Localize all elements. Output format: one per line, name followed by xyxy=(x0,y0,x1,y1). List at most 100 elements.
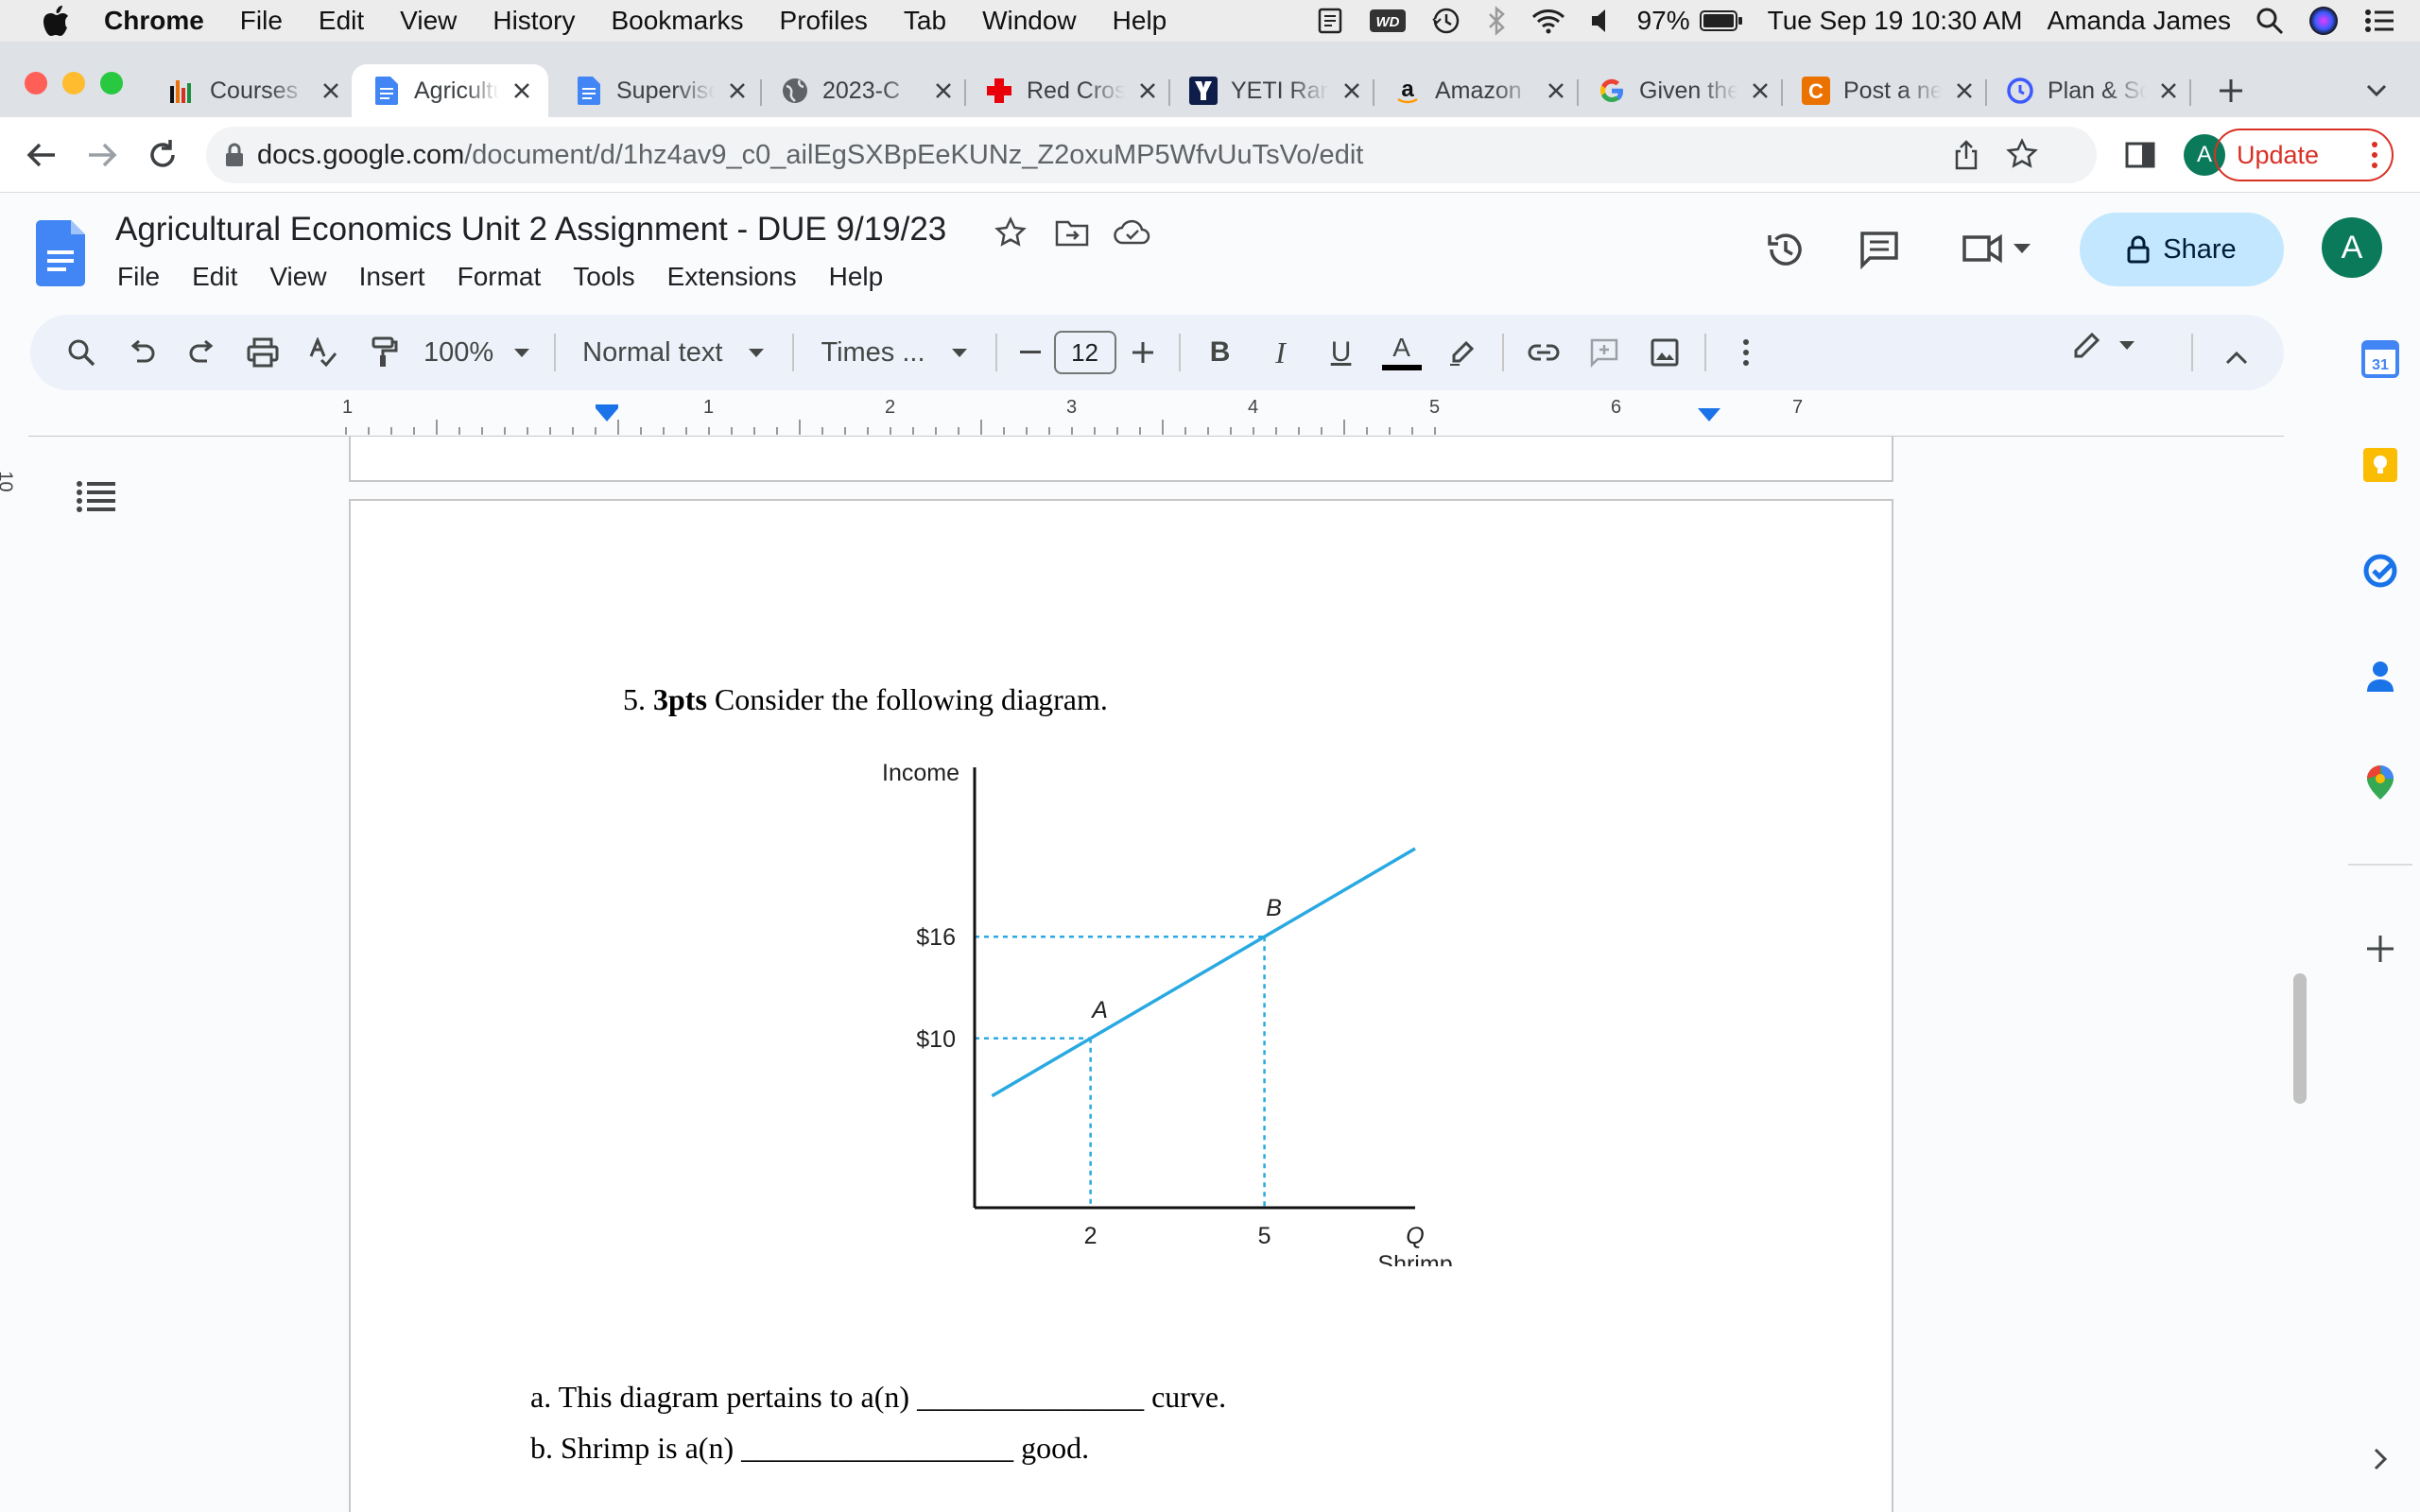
browser-tab-active[interactable]: Agricultural xyxy=(352,64,548,117)
undo-icon[interactable] xyxy=(112,322,172,383)
time-machine-icon[interactable] xyxy=(1431,6,1461,36)
scrollbar-thumb[interactable] xyxy=(2293,973,2307,1104)
apple-icon[interactable] xyxy=(38,2,76,40)
cloud-saved-icon[interactable] xyxy=(1114,218,1151,251)
menubar-file[interactable]: File xyxy=(240,6,283,36)
increase-font-size-icon[interactable] xyxy=(1116,322,1169,383)
close-window-button[interactable] xyxy=(25,72,47,94)
close-tab-icon[interactable] xyxy=(509,77,535,104)
underline-button[interactable]: U xyxy=(1311,322,1372,383)
insert-link-icon[interactable] xyxy=(1513,322,1574,383)
bluetooth-icon[interactable] xyxy=(1486,6,1507,36)
get-addons-plus-icon[interactable] xyxy=(2360,928,2401,970)
document-outline-icon[interactable] xyxy=(76,480,117,519)
decrease-font-size-icon[interactable] xyxy=(1007,322,1054,383)
bookmark-star-icon[interactable] xyxy=(2006,138,2038,178)
close-tab-icon[interactable] xyxy=(318,77,344,104)
docs-menu-file[interactable]: File xyxy=(117,262,160,292)
menubar-app-name[interactable]: Chrome xyxy=(104,6,204,36)
close-tab-icon[interactable] xyxy=(1134,77,1161,104)
menubar-edit[interactable]: Edit xyxy=(319,6,364,36)
menubar-history[interactable]: History xyxy=(493,6,575,36)
lock-icon[interactable] xyxy=(225,143,244,167)
docs-menu-edit[interactable]: Edit xyxy=(192,262,237,292)
collapse-menus-chevron-icon[interactable] xyxy=(2225,341,2248,372)
browser-tab[interactable]: a Amazon xyxy=(1393,64,1569,117)
forward-arrow-icon[interactable] xyxy=(83,136,121,179)
tasks-icon[interactable] xyxy=(2360,550,2401,592)
share-page-icon[interactable] xyxy=(1953,140,1979,178)
document-page[interactable]: 5. 3pts Consider the following diagram. … xyxy=(349,499,1893,1512)
docs-menu-insert[interactable]: Insert xyxy=(359,262,425,292)
docs-menu-help[interactable]: Help xyxy=(829,262,884,292)
browser-tab[interactable]: YETI Rambler xyxy=(1189,64,1365,117)
editing-mode-pencil-icon[interactable] xyxy=(2072,330,2135,360)
bold-button[interactable]: B xyxy=(1190,322,1251,383)
menubar-bookmarks[interactable]: Bookmarks xyxy=(611,6,743,36)
move-folder-icon[interactable] xyxy=(1055,218,1089,251)
maps-icon[interactable] xyxy=(2360,762,2401,803)
menubar-user[interactable]: Amanda James xyxy=(2047,6,2231,36)
close-tab-icon[interactable] xyxy=(724,77,751,104)
spellcheck-icon[interactable] xyxy=(293,322,354,383)
docs-menu-format[interactable]: Format xyxy=(458,262,542,292)
tab-search-chevron-icon[interactable] xyxy=(2358,72,2395,110)
font-family-select[interactable]: Times ... xyxy=(821,337,967,369)
menubar-datetime[interactable]: Tue Sep 19 10:30 AM xyxy=(1768,6,2023,36)
text-color-button[interactable]: A xyxy=(1372,322,1432,383)
contacts-icon[interactable] xyxy=(2360,656,2401,697)
version-history-icon[interactable] xyxy=(1764,228,1807,276)
paint-format-icon[interactable] xyxy=(354,322,414,383)
close-tab-icon[interactable] xyxy=(1951,77,1978,104)
close-tab-icon[interactable] xyxy=(1543,77,1569,104)
docs-menu-view[interactable]: View xyxy=(269,262,326,292)
browser-tab[interactable]: Given the xyxy=(1598,64,1773,117)
share-button[interactable]: Share xyxy=(2080,213,2284,286)
browser-tab[interactable]: Courses xyxy=(168,64,344,117)
volume-icon[interactable] xyxy=(1590,8,1613,34)
control-center-icon[interactable] xyxy=(2363,8,2395,34)
menubar-window[interactable]: Window xyxy=(982,6,1077,36)
insert-image-icon[interactable] xyxy=(1634,322,1695,383)
menubar-view[interactable]: View xyxy=(400,6,457,36)
wifi-icon[interactable] xyxy=(1531,8,1565,34)
add-comment-icon[interactable] xyxy=(1574,322,1634,383)
wd-drive-icon[interactable]: WD xyxy=(1369,9,1407,33)
meet-camera-icon[interactable] xyxy=(1961,232,2031,266)
notes-icon[interactable] xyxy=(1316,7,1344,35)
reload-icon[interactable] xyxy=(144,136,182,179)
search-menus-icon[interactable] xyxy=(51,322,112,383)
document-title[interactable]: Agricultural Economics Unit 2 Assignment… xyxy=(115,211,946,249)
menubar-tab[interactable]: Tab xyxy=(904,6,946,36)
docs-logo-icon[interactable] xyxy=(36,220,85,291)
spotlight-icon[interactable] xyxy=(2256,7,2284,35)
side-panel-icon[interactable] xyxy=(2123,138,2157,177)
minimize-window-button[interactable] xyxy=(62,72,85,94)
docs-menu-tools[interactable]: Tools xyxy=(573,262,634,292)
calendar-icon[interactable]: 31 xyxy=(2360,338,2401,380)
menubar-help[interactable]: Help xyxy=(1113,6,1167,36)
docs-menu-extensions[interactable]: Extensions xyxy=(667,262,797,292)
horizontal-ruler[interactable]: 1 1 2 3 4 5 6 7 xyxy=(28,395,2284,437)
highlight-pen-icon[interactable] xyxy=(1432,322,1493,383)
keep-icon[interactable] xyxy=(2360,444,2401,486)
close-tab-icon[interactable] xyxy=(930,77,957,104)
update-button[interactable]: Update xyxy=(2214,129,2394,181)
browser-tab[interactable]: Plan & Schedule xyxy=(2006,64,2182,117)
zoom-window-button[interactable] xyxy=(100,72,123,94)
paragraph-style-select[interactable]: Normal text xyxy=(582,337,765,369)
zoom-select[interactable]: 100% xyxy=(424,337,530,369)
more-options-icon[interactable] xyxy=(1716,322,1776,383)
comments-icon[interactable] xyxy=(1858,230,1900,274)
menubar-profiles[interactable]: Profiles xyxy=(780,6,868,36)
browser-tab[interactable]: Red Cross xyxy=(985,64,1161,117)
account-avatar[interactable]: A xyxy=(2322,217,2382,278)
italic-button[interactable]: I xyxy=(1251,322,1311,383)
battery-icon[interactable] xyxy=(1699,9,1743,32)
new-tab-plus-icon[interactable] xyxy=(2210,70,2252,112)
star-icon[interactable] xyxy=(994,216,1027,253)
close-tab-icon[interactable] xyxy=(1747,77,1773,104)
close-tab-icon[interactable] xyxy=(1339,77,1365,104)
browser-tab[interactable]: Supervised xyxy=(575,64,751,117)
close-tab-icon[interactable] xyxy=(2155,77,2182,104)
